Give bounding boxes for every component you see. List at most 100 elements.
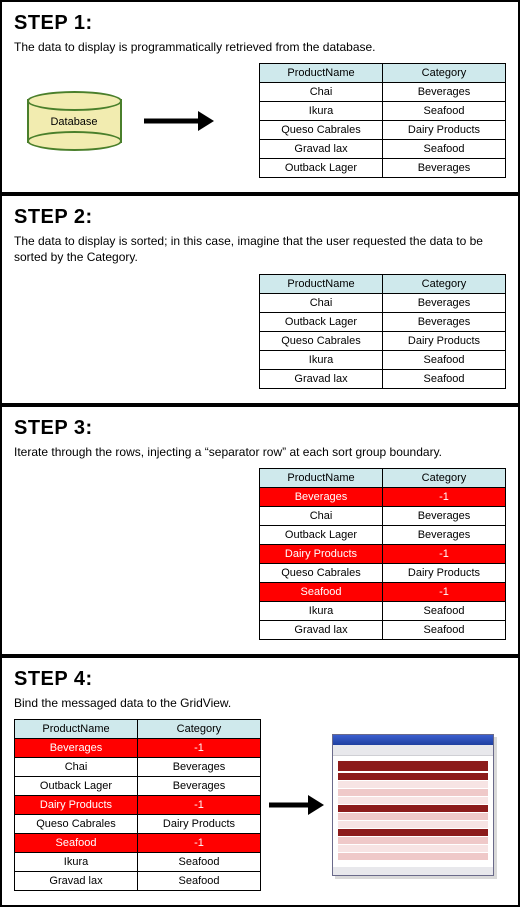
- step-1-panel: STEP 1: The data to display is programma…: [0, 0, 520, 194]
- table-cell: -1: [138, 833, 261, 852]
- table-cell: Beverages: [383, 506, 506, 525]
- table-row: Outback LagerBeverages: [15, 776, 261, 795]
- table-cell: Beverages: [15, 738, 138, 757]
- step-3-table: ProductName Category Beverages-1ChaiBeve…: [259, 468, 506, 640]
- table-cell: Seafood: [383, 350, 506, 369]
- step-3-title: STEP 3:: [14, 417, 506, 440]
- table-cell: Beverages: [383, 312, 506, 331]
- table-cell: Queso Cabrales: [260, 563, 383, 582]
- table-cell: Beverages: [260, 487, 383, 506]
- table-header: Category: [383, 274, 506, 293]
- table-header: Category: [383, 468, 506, 487]
- table-cell: Beverages: [383, 159, 506, 178]
- table-header: ProductName: [260, 468, 383, 487]
- diagram-page: STEP 1: The data to display is programma…: [0, 0, 520, 907]
- table-cell: -1: [138, 738, 261, 757]
- table-cell: -1: [383, 487, 506, 506]
- table-row: Outback LagerBeverages: [260, 159, 506, 178]
- table-cell: Beverages: [383, 83, 506, 102]
- table-cell: Chai: [15, 757, 138, 776]
- step-2-panel: STEP 2: The data to display is sorted; i…: [0, 194, 520, 404]
- table-cell: Chai: [260, 506, 383, 525]
- table-cell: Ikura: [260, 350, 383, 369]
- step-4-body: ProductName Category Beverages-1ChaiBeve…: [14, 719, 506, 891]
- table-cell: -1: [383, 582, 506, 601]
- table-cell: Seafood: [383, 140, 506, 159]
- table-cell: Seafood: [15, 833, 138, 852]
- table-row: Dairy Products-1: [15, 795, 261, 814]
- table-row: IkuraSeafood: [260, 601, 506, 620]
- table-row: Outback LagerBeverages: [260, 525, 506, 544]
- table-cell: -1: [138, 795, 261, 814]
- table-cell: Dairy Products: [15, 795, 138, 814]
- table-cell: Outback Lager: [260, 312, 383, 331]
- table-header: ProductName: [260, 274, 383, 293]
- table-cell: Dairy Products: [383, 563, 506, 582]
- table-row: Gravad laxSeafood: [260, 140, 506, 159]
- step-1-desc: The data to display is programmatically …: [14, 39, 506, 55]
- table-header: ProductName: [15, 719, 138, 738]
- table-cell: Dairy Products: [260, 544, 383, 563]
- table-row: ChaiBeverages: [260, 293, 506, 312]
- table-row: ChaiBeverages: [260, 83, 506, 102]
- table-row: Beverages-1: [260, 487, 506, 506]
- table-cell: Beverages: [383, 525, 506, 544]
- table-cell: Dairy Products: [383, 331, 506, 350]
- table-cell: Seafood: [138, 852, 261, 871]
- table-cell: Seafood: [383, 369, 506, 388]
- gridview-screenshot: [332, 734, 494, 876]
- table-cell: Dairy Products: [138, 814, 261, 833]
- table-cell: Outback Lager: [260, 159, 383, 178]
- table-header: ProductName: [260, 64, 383, 83]
- table-row: Queso CabralesDairy Products: [260, 121, 506, 140]
- table-row: Gravad laxSeafood: [260, 620, 506, 639]
- table-cell: Gravad lax: [15, 871, 138, 890]
- step-4-title: STEP 4:: [14, 668, 506, 691]
- table-cell: Chai: [260, 83, 383, 102]
- table-cell: Seafood: [260, 582, 383, 601]
- table-row: Dairy Products-1: [260, 544, 506, 563]
- step-3-desc: Iterate through the rows, injecting a “s…: [14, 444, 506, 460]
- table-cell: Seafood: [383, 620, 506, 639]
- step-2-desc: The data to display is sorted; in this c…: [14, 233, 506, 265]
- table-row: Queso CabralesDairy Products: [260, 331, 506, 350]
- table-cell: Queso Cabrales: [260, 121, 383, 140]
- arrow-icon: [269, 795, 324, 815]
- arrow-icon: [144, 111, 214, 131]
- table-row: Seafood-1: [15, 833, 261, 852]
- table-cell: -1: [383, 544, 506, 563]
- table-row: ChaiBeverages: [15, 757, 261, 776]
- table-cell: Seafood: [383, 102, 506, 121]
- table-cell: Seafood: [138, 871, 261, 890]
- table-cell: Beverages: [138, 757, 261, 776]
- table-cell: Gravad lax: [260, 140, 383, 159]
- table-row: IkuraSeafood: [260, 350, 506, 369]
- table-cell: Ikura: [15, 852, 138, 871]
- table-cell: Outback Lager: [15, 776, 138, 795]
- table-cell: Dairy Products: [383, 121, 506, 140]
- table-header: Category: [138, 719, 261, 738]
- table-row: IkuraSeafood: [15, 852, 261, 871]
- step-4-panel: STEP 4: Bind the messaged data to the Gr…: [0, 656, 520, 907]
- table-cell: Ikura: [260, 601, 383, 620]
- table-row: Queso CabralesDairy Products: [15, 814, 261, 833]
- table-row: Gravad laxSeafood: [15, 871, 261, 890]
- step-2-table: ProductName Category ChaiBeveragesOutbac…: [259, 274, 506, 389]
- table-row: IkuraSeafood: [260, 102, 506, 121]
- database-label: Database: [27, 116, 122, 128]
- table-row: Outback LagerBeverages: [260, 312, 506, 331]
- step-1-title: STEP 1:: [14, 12, 506, 35]
- table-cell: Chai: [260, 293, 383, 312]
- table-row: ChaiBeverages: [260, 506, 506, 525]
- table-cell: Queso Cabrales: [15, 814, 138, 833]
- step-1-table: ProductName Category ChaiBeveragesIkuraS…: [259, 63, 506, 178]
- table-row: Beverages-1: [15, 738, 261, 757]
- database-icon: Database: [14, 76, 134, 166]
- table-cell: Queso Cabrales: [260, 331, 383, 350]
- table-row: Queso CabralesDairy Products: [260, 563, 506, 582]
- table-row: Gravad laxSeafood: [260, 369, 506, 388]
- table-cell: Beverages: [383, 293, 506, 312]
- table-row: Seafood-1: [260, 582, 506, 601]
- step-1-body: Database ProductName Category ChaiBevera…: [14, 63, 506, 178]
- step-4-table: ProductName Category Beverages-1ChaiBeve…: [14, 719, 261, 891]
